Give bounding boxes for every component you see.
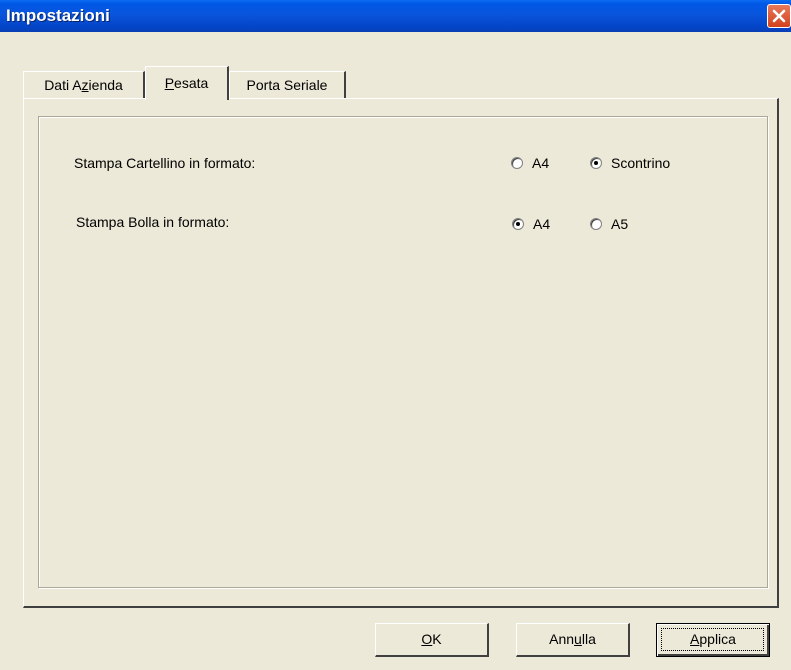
tab-label: Porta Seriale (246, 77, 328, 93)
bolla-a4-radio[interactable]: A4 (512, 216, 550, 232)
tab-mnemonic: P (164, 75, 175, 91)
title-bar: Impostazioni (0, 0, 791, 32)
button-label: lla (581, 631, 596, 647)
settings-group (38, 116, 768, 588)
ok-button[interactable]: OK (375, 623, 489, 657)
cartellino-scontrino-radio[interactable]: Scontrino (590, 155, 670, 171)
tab-label: esata (174, 75, 209, 91)
cancel-button[interactable]: Annulla (516, 623, 630, 657)
radio-label: Scontrino (611, 155, 671, 171)
button-label: Ann (549, 631, 575, 647)
radio-label: A4 (533, 216, 551, 232)
radio-circle-checked (590, 157, 602, 169)
radio-label: A4 (532, 155, 550, 171)
focus-rectangle (661, 628, 764, 651)
tab-dati-azienda[interactable]: Dati Azienda (23, 71, 145, 98)
close-icon (772, 9, 786, 23)
radio-label: A5 (611, 216, 629, 232)
tab-pesata[interactable]: Pesata (145, 66, 229, 100)
radio-circle (590, 218, 602, 230)
window-title: Impostazioni (6, 6, 110, 25)
button-mnemonic: O (421, 631, 433, 647)
bolla-label: Stampa Bolla in formato: (76, 214, 230, 230)
tab-label: ienda (88, 77, 123, 93)
tab-mnemonic: z (81, 77, 89, 93)
tab-label: Dati A (44, 77, 82, 93)
bolla-a5-radio[interactable]: A5 (590, 216, 628, 232)
button-mnemonic: u (574, 631, 582, 647)
cartellino-label: Stampa Cartellino in formato: (74, 155, 256, 171)
button-label: K (432, 631, 442, 647)
apply-button[interactable]: Applica (656, 623, 770, 657)
cartellino-a4-radio[interactable]: A4 (511, 155, 549, 171)
close-button[interactable] (767, 4, 791, 28)
radio-circle (511, 157, 523, 169)
radio-circle-checked (512, 218, 524, 230)
tab-porta-seriale[interactable]: Porta Seriale (229, 71, 346, 98)
